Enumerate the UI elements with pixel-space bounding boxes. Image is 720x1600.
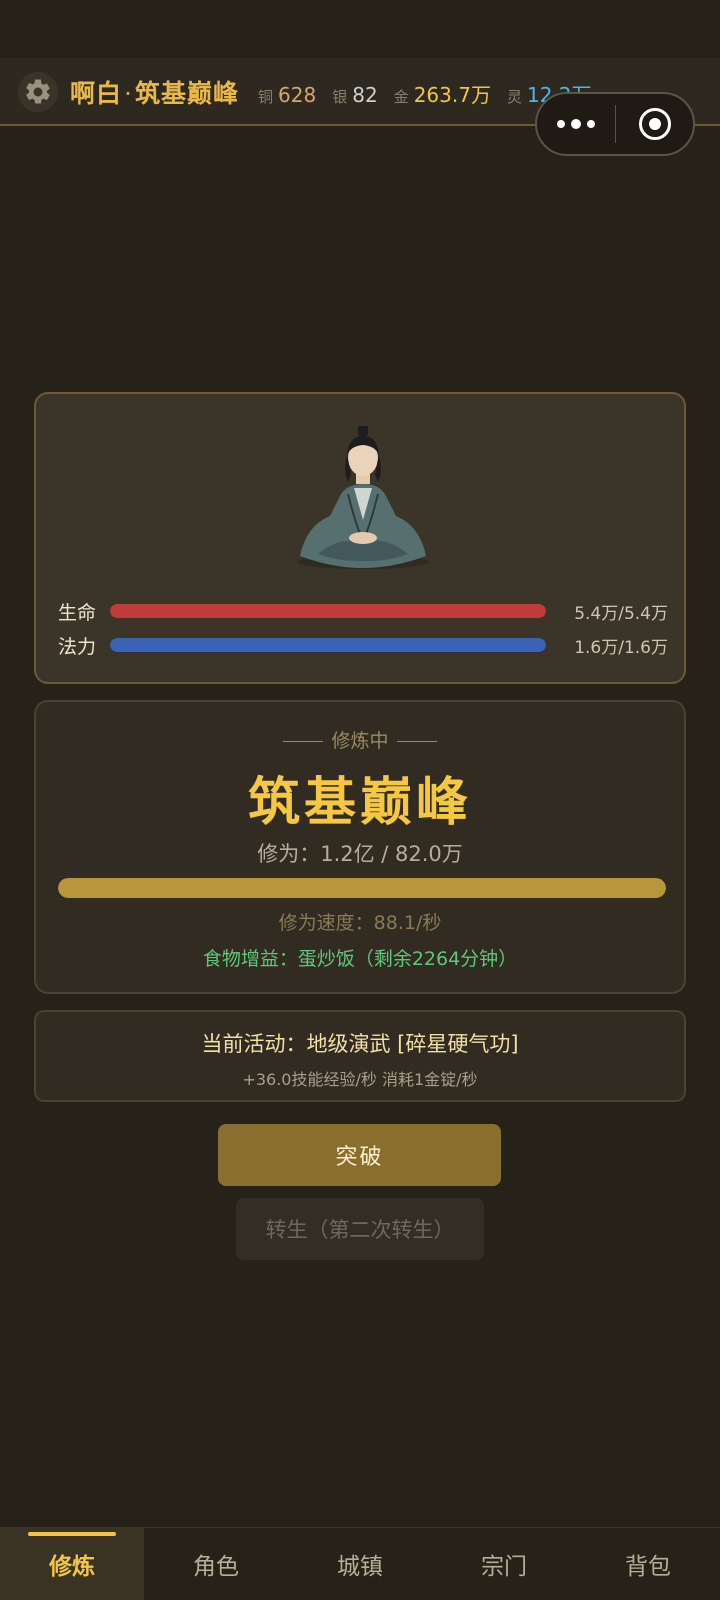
cultivation-progress-text: 修为：1.2亿 / 82.0万 [257,842,463,866]
currency-copper-value: 628 [278,83,317,107]
bottom-nav: 修炼 角色 城镇 宗门 背包 [0,1527,720,1600]
tab-cultivate[interactable]: 修炼 [0,1528,144,1600]
gear-icon [26,79,50,104]
breakthrough-button[interactable]: 突破 [218,1124,501,1186]
player-title: 啊白·筑基巅峰 [70,74,239,110]
hp-bar [110,604,546,618]
currency-gold: 金 263.7万 [394,79,491,108]
activity-card[interactable]: 当前活动：地级演武 [碎星硬气功] +36.0技能经验/秒 消耗1金锭/秒 [34,1010,686,1102]
capsule-close-button[interactable] [616,94,693,154]
miniprogram-capsule [535,92,695,156]
mp-value: 1.6万/1.6万 [574,637,668,658]
hp-value: 5.4万/5.4万 [574,603,668,624]
cultivation-progress-bar [58,878,666,898]
tab-character[interactable]: 角色 [144,1528,288,1600]
currency-spirit-label: 灵 [506,88,522,106]
hp-bar-fill [110,604,546,618]
character-card: 生命 5.4万/5.4万 法力 1.6万/1.6万 [34,392,686,684]
currency-copper-label: 铜 [258,88,274,106]
currency-gold-value: 263.7万 [413,83,491,107]
tab-sect[interactable]: 宗门 [432,1528,576,1600]
mp-label: 法力 [58,635,97,658]
player-realm: 筑基巅峰 [134,79,239,108]
rebirth-button[interactable]: 转生（第二次转生） [236,1198,484,1260]
activity-title: 当前活动：地级演武 [碎星硬气功] [201,1032,519,1056]
cultivation-realm: 筑基巅峰 [247,773,472,833]
more-dots-icon[interactable] [537,94,615,154]
cultivation-status-text: 修炼中 [331,730,389,752]
currency-copper: 铜 628 [258,83,316,107]
currency-silver-value: 82 [352,83,378,107]
activity-detail: +36.0技能经验/秒 消耗1金锭/秒 [242,1070,478,1089]
title-separator: · [124,79,133,108]
status-line-right [396,741,437,742]
settings-button[interactable] [18,72,58,112]
tab-backpack[interactable]: 背包 [576,1528,720,1600]
mp-bar-fill [110,638,546,652]
tab-town[interactable]: 城镇 [288,1528,432,1600]
mp-bar [110,638,546,652]
cultivation-speed: 修为速度：88.1/秒 [278,912,442,934]
cultivation-status: 修炼中 [36,726,684,753]
currency-gold-label: 金 [393,88,409,106]
status-line-left [283,741,324,742]
hp-label: 生命 [58,601,97,624]
cultivation-progress-fill [58,878,666,898]
player-name: 啊白 [70,79,123,108]
cultivation-card: 修炼中 筑基巅峰 修为：1.2亿 / 82.0万 修为速度：88.1/秒 食物增… [34,700,686,994]
food-buff: 食物增益：蛋炒饭（剩余2264分钟） [202,948,518,970]
target-close-icon [638,108,671,140]
meditating-cultivator-portrait [297,426,429,569]
currency-silver-label: 银 [332,88,348,106]
mp-row: 法力 1.6万/1.6万 [58,630,668,660]
status-bar-area [0,0,720,58]
hp-row: 生命 5.4万/5.4万 [58,596,668,626]
currency-silver: 银 82 [332,83,377,107]
